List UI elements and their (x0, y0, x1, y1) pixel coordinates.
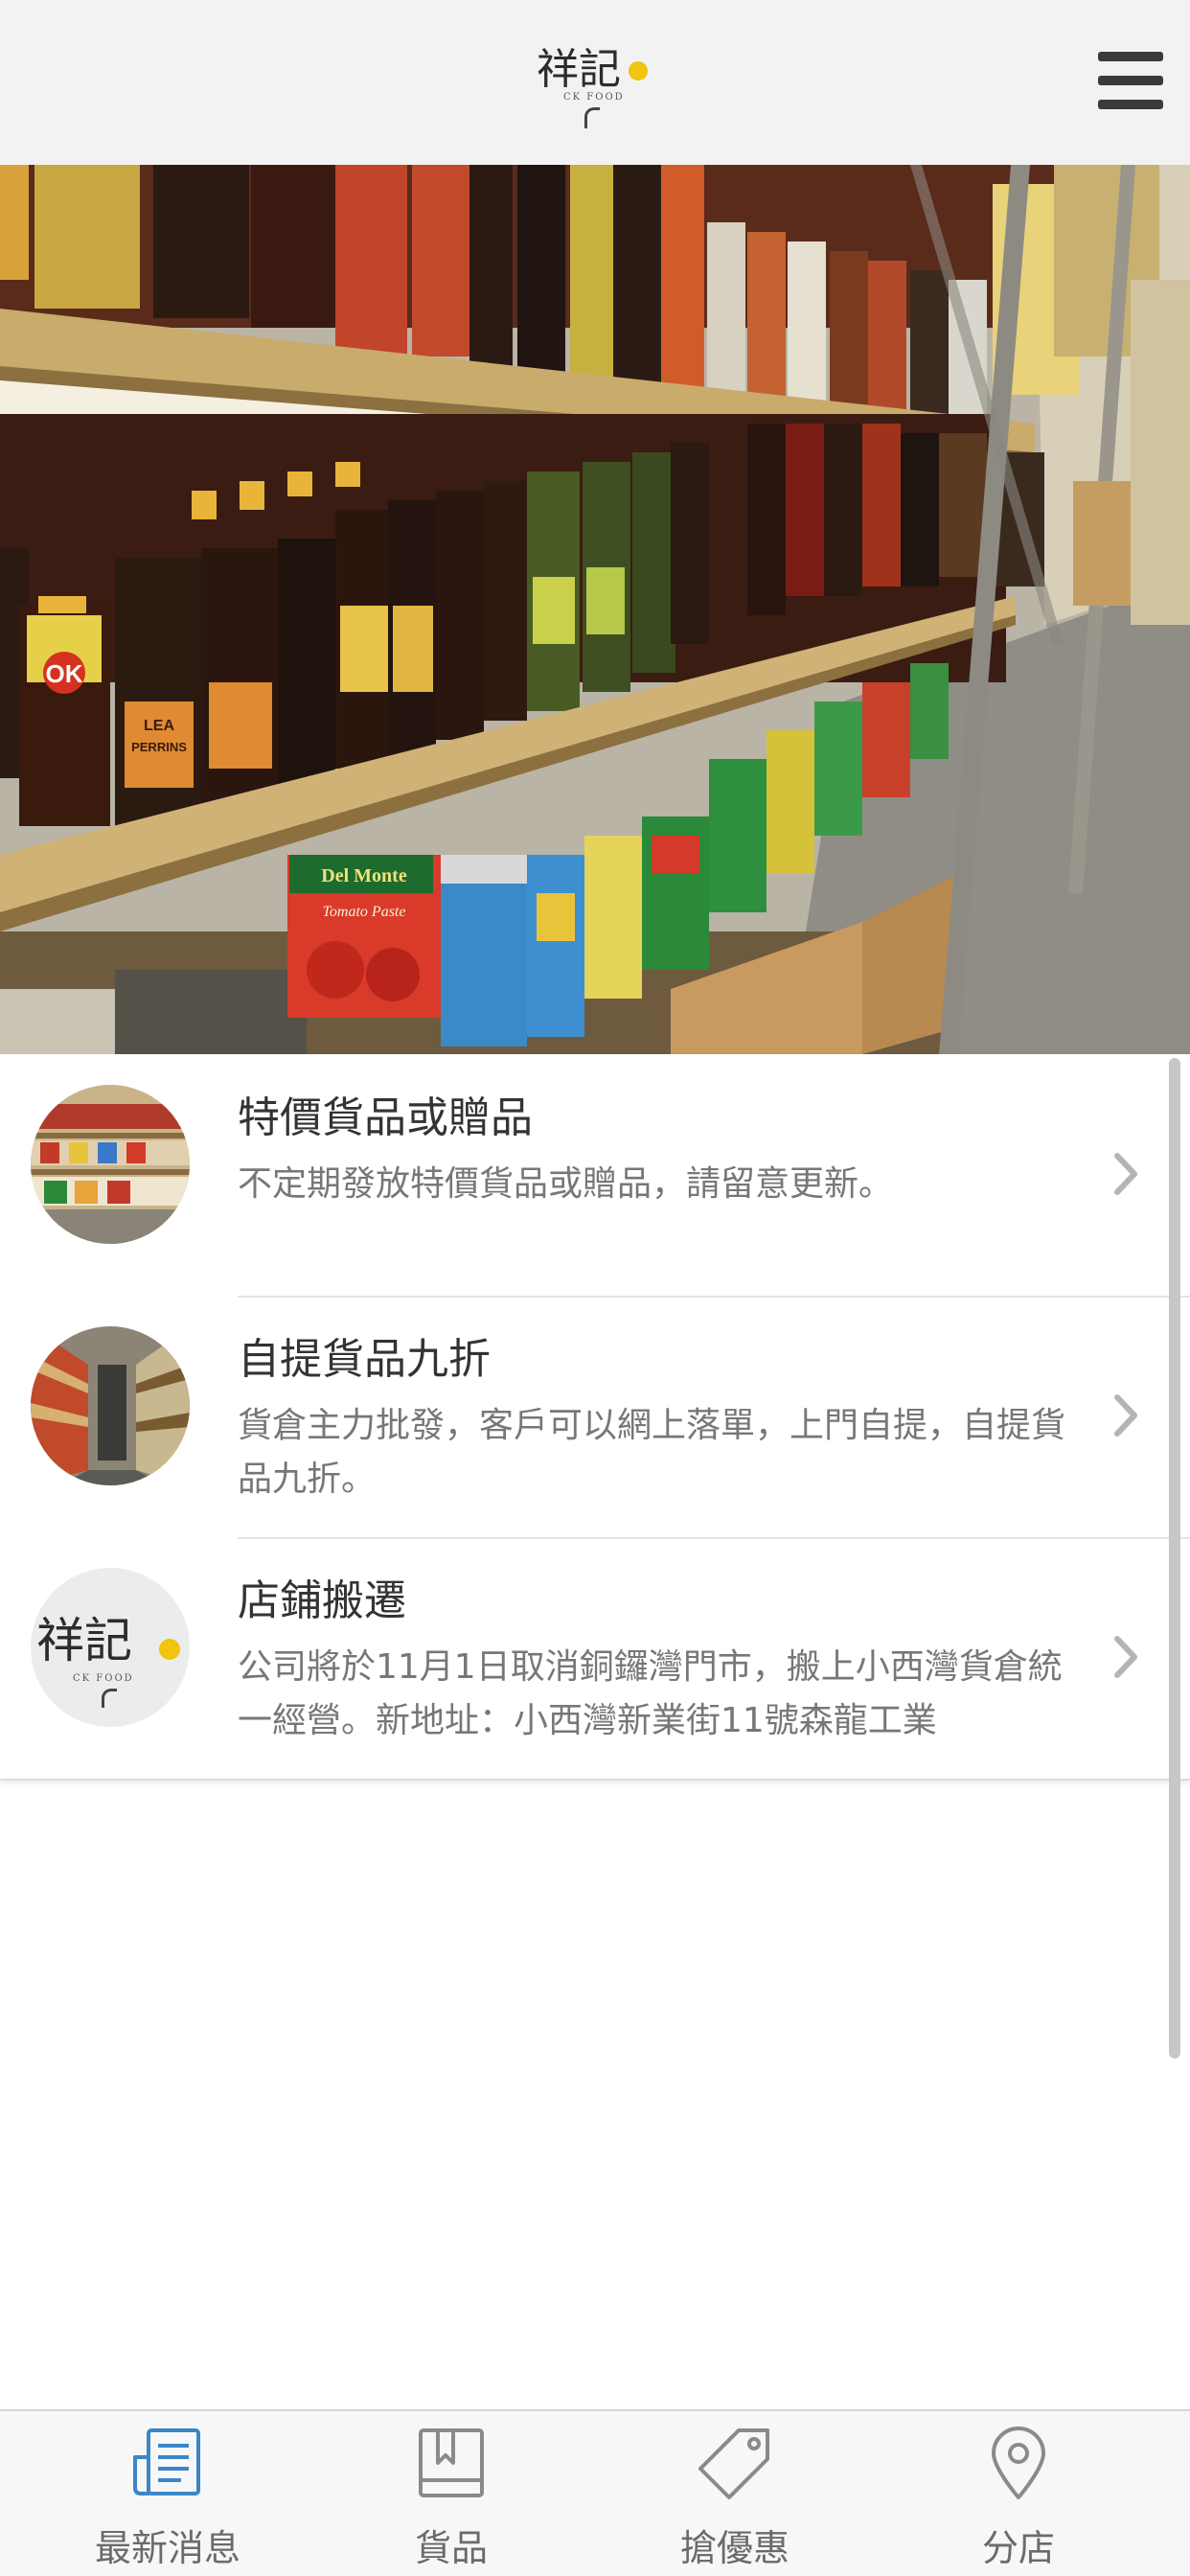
item-thumbnail: 祥記 CK FOOD (31, 1568, 190, 1727)
thumb-logo-dot-icon (159, 1639, 180, 1660)
list-item[interactable]: 自提貨品九折 貨倉主力批發，客戶可以網上落單，上門自提，自提貨品九折。 (0, 1296, 1190, 1537)
chevron-right-icon (1114, 1636, 1137, 1678)
bottom-tab-bar: 最新消息 貨品 搶優惠 分店 (0, 2409, 1190, 2576)
list-item[interactable]: 特價貨品或贈品 不定期發放特價貨品或贈品，請留意更新。 (0, 1054, 1190, 1296)
item-title: 自提貨品九折 (238, 1335, 491, 1384)
item-description: 貨倉主力批發，客戶可以網上落單，上門自提，自提貨品九折。 (238, 1406, 1066, 1499)
thumb-logo-subtext: CK FOOD (73, 1673, 134, 1684)
news-list: 特價貨品或贈品 不定期發放特價貨品或贈品，請留意更新。 自提貨品九折 貨倉主力批… (0, 1054, 1190, 1781)
item-description: 不定期發放特價貨品或贈品，請留意更新。 (238, 1164, 894, 1204)
tab-label: 最新消息 (94, 2527, 240, 2569)
tomato-paste-label: Tomato Paste (323, 904, 406, 920)
tab-branches[interactable]: 分店 (870, 2411, 1167, 2576)
book-icon (419, 2428, 484, 2497)
item-description: 公司將於11月1日取消銅鑼灣門市，搬上小西灣貨倉統一經營。新地址：小西灣新業街1… (238, 1647, 1063, 1740)
app-header: 祥記 CK FOOD (0, 0, 1190, 165)
newspaper-icon (133, 2428, 200, 2496)
lea-label: LEA (144, 718, 174, 734)
scrollbar[interactable] (1169, 1058, 1180, 2058)
thumb-logo-hook-icon (102, 1689, 117, 1708)
item-title: 店鋪搬遷 (238, 1576, 406, 1625)
tab-label: 貨品 (414, 2527, 488, 2569)
logo-text: 祥記 (537, 45, 621, 94)
brand-logo[interactable]: 祥記 CK FOOD (537, 38, 653, 134)
item-thumbnail (31, 1326, 190, 1485)
chevron-right-icon (1114, 1153, 1137, 1195)
tab-label: 搶優惠 (679, 2527, 790, 2569)
item-thumbnail (31, 1085, 190, 1244)
tab-products[interactable]: 貨品 (303, 2411, 600, 2576)
tab-deals[interactable]: 搶優惠 (586, 2411, 883, 2576)
map-pin-icon (992, 2426, 1045, 2499)
tab-latest-news[interactable]: 最新消息 (19, 2411, 316, 2576)
list-item[interactable]: 祥記 CK FOOD 店鋪搬遷 公司將於11月1日取消銅鑼灣門市，搬上小西灣貨倉… (0, 1537, 1190, 1779)
logo-hook-icon (584, 107, 600, 128)
delmonte-label: Del Monte (321, 865, 407, 886)
chevron-right-icon (1114, 1394, 1137, 1437)
hamburger-menu-icon[interactable] (1098, 52, 1163, 109)
ok-label: OK (46, 659, 83, 688)
logo-dot-icon (629, 61, 648, 80)
thumb-logo-text: 祥記 (36, 1613, 132, 1668)
tab-label: 分店 (981, 2527, 1055, 2569)
item-title: 特價貨品或贈品 (238, 1093, 533, 1142)
hero-store-image: OK LEA PERRINS Del Monte Tomato Paste (0, 165, 1190, 1054)
price-tag-icon (698, 2428, 769, 2499)
perrins-label: PERRINS (131, 740, 187, 754)
logo-subtext: CK FOOD (563, 92, 625, 103)
